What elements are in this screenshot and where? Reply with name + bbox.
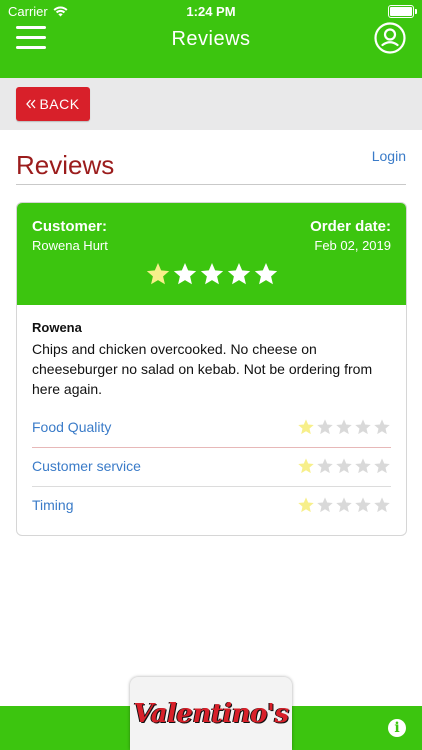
reviewer-name: Rowena xyxy=(32,320,82,335)
login-link[interactable]: Login xyxy=(372,148,406,164)
restaurant-logo[interactable]: Valentino's xyxy=(130,677,292,750)
star-filled-icon xyxy=(298,497,314,513)
metric-label[interactable]: Food Quality xyxy=(32,419,111,435)
star-empty-icon xyxy=(200,262,223,285)
star-empty-icon xyxy=(336,419,352,435)
star-empty-icon xyxy=(374,497,390,513)
metric-food-quality: Food Quality xyxy=(32,409,391,447)
header-title: Reviews xyxy=(171,28,251,50)
star-empty-icon xyxy=(336,458,352,474)
order-date: Feb 02, 2019 xyxy=(314,238,391,253)
customer-label: Customer: xyxy=(32,218,108,235)
star-empty-icon xyxy=(374,458,390,474)
user-circle-icon[interactable] xyxy=(374,22,406,54)
back-bar: BACK xyxy=(0,78,422,130)
metric-customer-service: Customer service xyxy=(32,448,391,486)
star-empty-icon xyxy=(317,497,333,513)
star-empty-icon xyxy=(336,497,352,513)
clock: 1:24 PM xyxy=(186,4,236,19)
star-empty-icon xyxy=(317,458,333,474)
review-comment: Chips and chicken overcooked. No cheese … xyxy=(32,341,373,397)
battery-icon xyxy=(388,5,417,18)
order-date-label: Order date: xyxy=(310,218,391,235)
title-divider xyxy=(16,184,406,185)
overall-rating-stars xyxy=(17,261,406,287)
star-filled-icon xyxy=(298,458,314,474)
header-bar: Carrier 1:24 PM Reviews xyxy=(0,0,422,78)
metric-timing: Timing xyxy=(32,487,391,525)
review-card: Customer: Rowena Hurt Order date: Feb 02… xyxy=(16,202,407,536)
star-empty-icon xyxy=(317,419,333,435)
star-empty-icon xyxy=(355,497,371,513)
metric-rating-stars xyxy=(297,418,391,436)
star-empty-icon xyxy=(254,262,277,285)
metric-label[interactable]: Customer service xyxy=(32,458,141,474)
star-empty-icon xyxy=(374,419,390,435)
logo-text: Valentino's xyxy=(133,698,289,729)
star-filled-icon xyxy=(146,262,169,285)
metric-label[interactable]: Timing xyxy=(32,497,74,513)
info-icon[interactable]: i xyxy=(388,719,406,737)
double-chevron-left-icon xyxy=(26,99,36,109)
back-label: BACK xyxy=(39,96,80,112)
star-empty-icon xyxy=(173,262,196,285)
review-card-header: Customer: Rowena Hurt Order date: Feb 02… xyxy=(17,203,406,305)
star-empty-icon xyxy=(227,262,250,285)
customer-name: Rowena Hurt xyxy=(32,238,108,253)
star-filled-icon xyxy=(298,419,314,435)
metric-rating-stars xyxy=(297,457,391,475)
page-title: Reviews xyxy=(16,150,115,180)
metric-rating-stars xyxy=(297,496,391,514)
status-bar: Carrier 1:24 PM xyxy=(0,0,422,22)
back-button[interactable]: BACK xyxy=(16,87,90,121)
star-empty-icon xyxy=(355,419,371,435)
star-empty-icon xyxy=(355,458,371,474)
